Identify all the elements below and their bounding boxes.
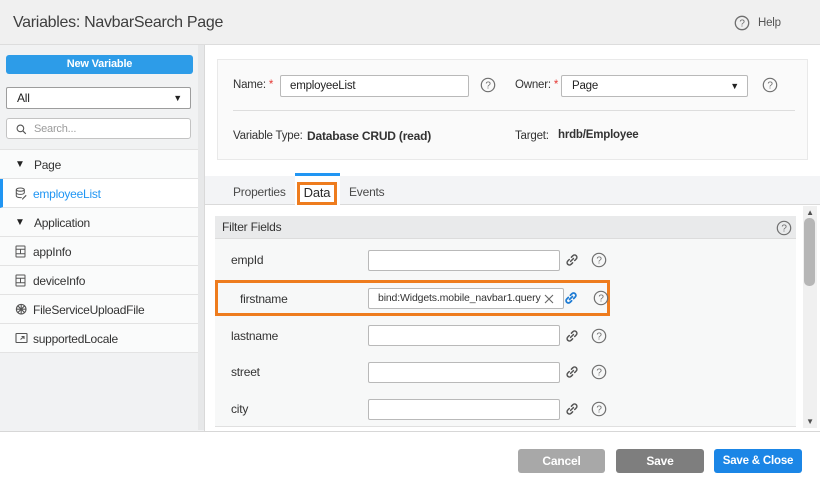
svg-text:?: ? bbox=[596, 367, 602, 378]
svg-text:?: ? bbox=[598, 293, 604, 304]
svg-text:?: ? bbox=[485, 80, 491, 91]
svg-text:?: ? bbox=[596, 404, 602, 415]
svg-text:?: ? bbox=[596, 331, 602, 342]
svg-text:?: ? bbox=[767, 80, 773, 91]
svg-text:?: ? bbox=[739, 18, 745, 29]
svg-text:?: ? bbox=[596, 255, 602, 266]
svg-text:?: ? bbox=[781, 223, 787, 234]
